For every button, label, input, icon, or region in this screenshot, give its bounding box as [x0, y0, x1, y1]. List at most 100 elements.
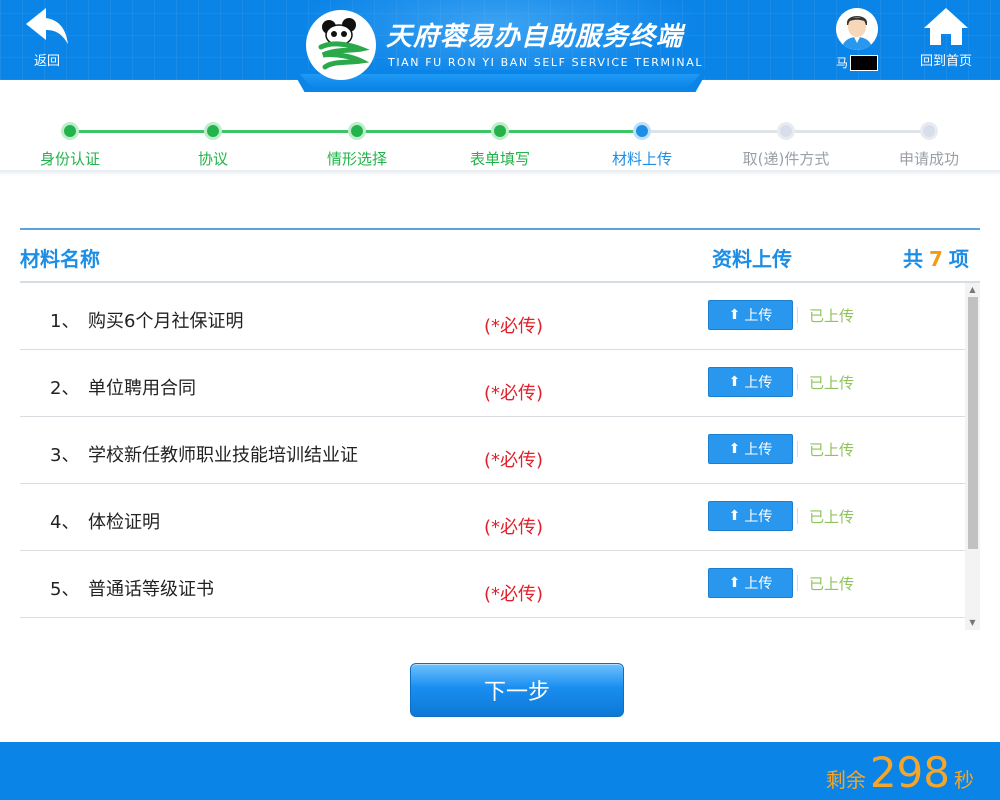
material-name: 单位聘用合同	[88, 378, 196, 399]
user-name-row: 马	[832, 54, 882, 71]
row-number: 4、	[50, 512, 80, 533]
step-label: 情形选择	[326, 150, 387, 168]
header-title-tab-inner	[300, 74, 700, 88]
user-avatar-icon	[836, 8, 878, 50]
upload-button[interactable]: ⬆ 上传	[708, 300, 793, 330]
step-dot	[633, 122, 651, 140]
redacted-name	[850, 54, 878, 71]
table-row: 2、 单位聘用合同 (*必传) ⬆ 上传 已上传	[20, 350, 965, 417]
status-separator	[797, 307, 798, 323]
list-scrollbar[interactable]: ▲ ▼	[965, 283, 980, 630]
terminal-title-english: TIAN FU RON YI BAN SELF SERVICE TERMINAL	[388, 56, 704, 69]
back-button[interactable]: 返回	[22, 6, 72, 69]
table-top-divider	[20, 228, 980, 230]
materials-list[interactable]: 1、 购买6个月社保证明 (*必传) ⬆ 上传 已上传 2、 单位聘用合同 (*…	[20, 283, 965, 619]
status-separator	[797, 374, 798, 390]
countdown-prefix: 剩余	[825, 768, 866, 792]
table-row: 1、 购买6个月社保证明 (*必传) ⬆ 上传 已上传	[20, 283, 965, 350]
upload-label: 上传	[744, 442, 773, 458]
panda-logo-icon	[318, 18, 370, 70]
home-label: 回到首页	[919, 54, 972, 69]
column-header-upload: 资料上传	[712, 247, 792, 271]
status-separator	[797, 508, 798, 524]
step-materials: 材料上传	[572, 122, 712, 169]
home-button[interactable]: 回到首页	[914, 6, 978, 69]
material-name: 体检证明	[88, 512, 160, 533]
total-suffix: 项	[948, 247, 969, 271]
step-success: 申请成功	[859, 122, 999, 169]
step-label: 协议	[197, 150, 228, 168]
panda-logo	[306, 10, 376, 80]
step-identity: 身份认证	[0, 122, 140, 169]
countdown-value: 298	[869, 748, 950, 797]
progress-steps: 身份认证 协议 情形选择 表单填写 材料上传 取(递)件方式 申请成功	[0, 92, 1000, 172]
material-name: 购买6个月社保证明	[88, 311, 244, 332]
step-label: 表单填写	[469, 150, 530, 168]
back-label: 返回	[33, 54, 60, 69]
upload-status: 已上传	[809, 374, 855, 392]
upload-arrow-icon: ⬆	[728, 508, 741, 524]
total-count: 共7项	[903, 243, 969, 272]
countdown-suffix: 秒	[954, 768, 974, 792]
step-situation: 情形选择	[287, 122, 427, 169]
steps-divider	[0, 170, 1000, 176]
total-prefix: 共	[903, 247, 923, 271]
upload-arrow-icon: ⬆	[728, 441, 741, 457]
material-name: 学校新任教师职业技能培训结业证	[88, 445, 358, 466]
upload-button[interactable]: ⬆ 上传	[708, 501, 793, 531]
total-number: 7	[929, 247, 943, 271]
scroll-up-arrow-icon[interactable]: ▲	[965, 285, 980, 295]
user-avatar	[836, 8, 878, 50]
row-number: 2、	[50, 378, 80, 399]
upload-button[interactable]: ⬆ 上传	[708, 367, 793, 397]
upload-label: 上传	[744, 375, 773, 391]
status-separator	[797, 575, 798, 591]
row-number: 3、	[50, 445, 80, 466]
step-dot	[777, 122, 795, 140]
step-dot	[204, 122, 222, 140]
required-tag: (*必传)	[484, 584, 544, 605]
user-profile: 马	[832, 8, 882, 71]
step-dot	[491, 122, 509, 140]
upload-button[interactable]: ⬆ 上传	[708, 568, 793, 598]
required-tag: (*必传)	[484, 383, 544, 404]
step-label: 申请成功	[898, 150, 959, 168]
row-number: 5、	[50, 579, 80, 600]
countdown-timer: 剩余 298 秒	[826, 748, 974, 797]
step-dot	[920, 122, 938, 140]
back-arrow-icon	[26, 8, 68, 44]
row-number: 1、	[50, 311, 80, 332]
required-tag: (*必传)	[484, 517, 544, 538]
table-row: 3、 学校新任教师职业技能培训结业证 (*必传) ⬆ 上传 已上传	[20, 417, 965, 484]
upload-status: 已上传	[809, 508, 855, 526]
step-label: 身份认证	[39, 150, 100, 168]
upload-arrow-icon: ⬆	[728, 575, 741, 591]
upload-arrow-icon: ⬆	[728, 307, 741, 323]
terminal-title: 天府蓉易办自助服务终端	[386, 22, 684, 52]
step-agreement: 协议	[143, 122, 283, 169]
footer-bar: 剩余 298 秒	[0, 742, 1000, 800]
column-header-material-name: 材料名称	[20, 247, 100, 271]
upload-status: 已上传	[809, 307, 855, 325]
upload-label: 上传	[744, 308, 773, 324]
step-form: 表单填写	[430, 122, 570, 169]
scroll-down-arrow-icon[interactable]: ▼	[965, 618, 980, 628]
upload-button[interactable]: ⬆ 上传	[708, 434, 793, 464]
user-name: 马	[835, 56, 848, 70]
upload-label: 上传	[744, 509, 773, 525]
scroll-thumb[interactable]	[968, 297, 978, 549]
step-delivery: 取(递)件方式	[716, 122, 856, 169]
material-name: 普通话等级证书	[88, 579, 214, 600]
upload-status: 已上传	[809, 441, 855, 459]
step-dot	[348, 122, 366, 140]
table-row: 4、 体检证明 (*必传) ⬆ 上传 已上传	[20, 484, 965, 551]
status-separator	[797, 441, 798, 457]
upload-arrow-icon: ⬆	[728, 374, 741, 390]
upload-status: 已上传	[809, 575, 855, 593]
required-tag: (*必传)	[484, 450, 544, 471]
step-label: 材料上传	[611, 150, 672, 168]
next-step-button[interactable]: 下一步	[410, 663, 624, 717]
required-tag: (*必传)	[484, 316, 544, 337]
step-label: 取(递)件方式	[742, 150, 830, 168]
step-dot	[61, 122, 79, 140]
